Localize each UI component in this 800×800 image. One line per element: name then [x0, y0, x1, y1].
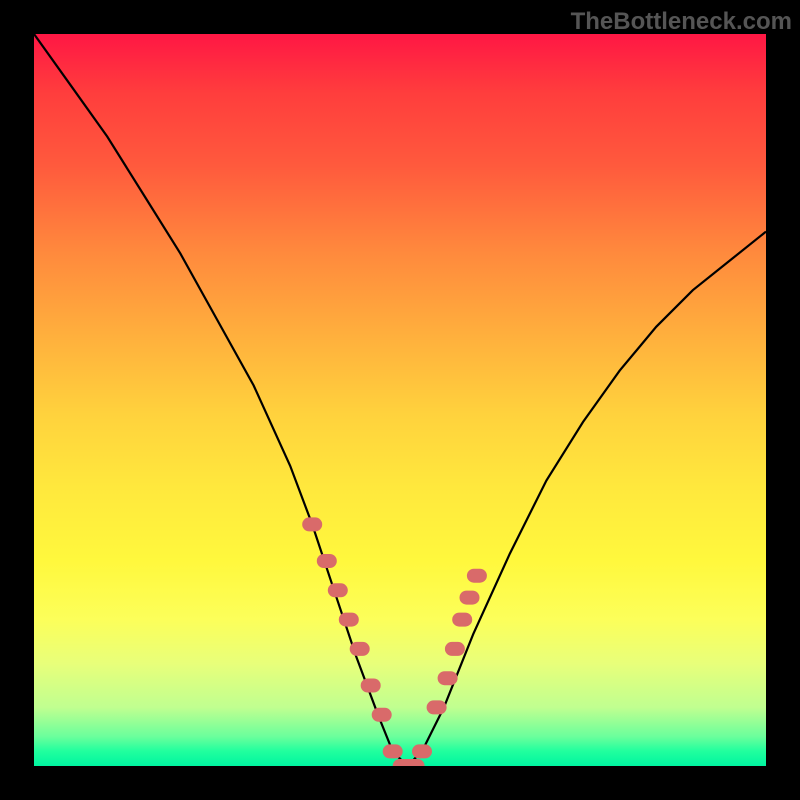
marker-point — [467, 569, 487, 583]
chart-plot-area — [34, 34, 766, 766]
marker-point — [302, 517, 322, 531]
marker-point — [445, 642, 465, 656]
marker-flat — [393, 759, 422, 766]
marker-group — [302, 517, 487, 766]
marker-point — [372, 708, 392, 722]
marker-point — [350, 642, 370, 656]
marker-point — [328, 583, 348, 597]
chart-svg — [34, 34, 766, 766]
marker-point — [317, 554, 337, 568]
marker-point — [383, 744, 403, 758]
marker-point — [412, 744, 432, 758]
marker-point — [460, 591, 480, 605]
marker-point — [438, 671, 458, 685]
marker-point — [452, 613, 472, 627]
watermark-text: TheBottleneck.com — [571, 8, 792, 36]
curve-line — [34, 34, 766, 766]
marker-point — [361, 679, 381, 693]
marker-point — [339, 613, 359, 627]
marker-point — [427, 700, 447, 714]
